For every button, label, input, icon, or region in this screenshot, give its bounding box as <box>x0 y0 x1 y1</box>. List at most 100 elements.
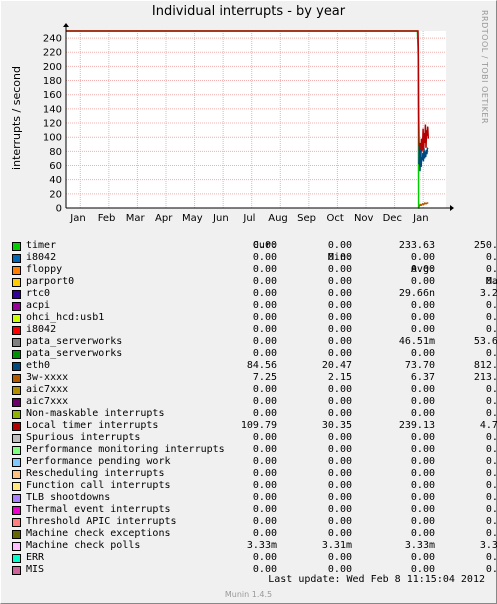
legend-min: 0.00 <box>327 288 352 299</box>
legend-label: Thermal event interrupts <box>26 504 171 515</box>
legend-cur: 0.00 <box>252 528 277 539</box>
legend-label: eth0 <box>26 360 51 371</box>
legend-cur: 0.00 <box>252 336 277 347</box>
legend-min: 0.00 <box>327 396 352 407</box>
legend-swatch <box>12 302 21 311</box>
y-tick-label: 140 <box>43 104 62 115</box>
x-tick-label: Jan <box>412 213 428 224</box>
legend-row: Function call interrupts 0.00 0.00 0.00 0.00 <box>12 480 497 492</box>
legend-label: Function call interrupts <box>26 480 171 491</box>
legend-min: 0.00 <box>327 552 352 563</box>
legend-max: 213.13 <box>473 372 497 383</box>
legend-max: 0.00 <box>485 516 497 527</box>
legend-cur: 0.00 <box>252 432 277 443</box>
legend-max: 0.00 <box>485 396 497 407</box>
legend-max: 0.00 <box>485 300 497 311</box>
legend-avg: 29.66n <box>398 288 435 299</box>
legend-avg: 0.00 <box>410 504 435 515</box>
y-tick-label: 220 <box>43 48 62 59</box>
legend-min: 0.00 <box>327 252 352 263</box>
legend-avg: 0.00 <box>410 492 435 503</box>
legend-max: 0.00 <box>485 552 497 563</box>
legend-swatch <box>12 386 21 395</box>
y-axis-arrow <box>63 23 69 27</box>
legend-label: Threshold APIC interrupts <box>26 516 177 527</box>
legend-swatch <box>12 542 21 551</box>
legend-label: 3w-xxxx <box>26 372 69 383</box>
y-tick-label: 100 <box>43 133 62 144</box>
legend-min: 0.00 <box>327 456 352 467</box>
legend-row: Thermal event interrupts 0.00 0.00 0.00 0.00 <box>12 504 497 516</box>
legend-avg: 0.00 <box>410 276 435 287</box>
legend-label: TLB shootdowns <box>26 492 111 503</box>
legend-row: Non-maskable interrupts 0.00 0.00 0.00 0.00 <box>12 408 497 420</box>
legend-label: floppy <box>26 264 63 275</box>
legend-swatch <box>12 338 21 347</box>
legend-row: pata_serverworks 0.00 0.00 0.00 0.00 <box>12 348 497 360</box>
legend-max: 250.79 <box>473 240 497 251</box>
legend-row: TLB shootdowns 0.00 0.00 0.00 0.00 <box>12 492 497 504</box>
legend-label: ERR <box>26 552 45 563</box>
y-tick-label: 80 <box>49 147 62 158</box>
legend-min: 0.00 <box>327 432 352 443</box>
legend-min: 3.31m <box>321 540 352 551</box>
legend-avg: 0.00 <box>410 252 435 263</box>
x-axis-arrow <box>450 205 454 211</box>
legend-label: Performance monitoring interrupts <box>26 444 225 455</box>
legend-cur: 0.00 <box>252 312 277 323</box>
legend-swatch <box>12 482 21 491</box>
legend-swatch <box>12 374 21 383</box>
legend-row: Threshold APIC interrupts 0.00 0.00 0.00 0.0… <box>12 516 497 528</box>
legend-min: 0.00 <box>327 480 352 491</box>
legend-row: acpi 0.00 0.00 0.00 0.00 <box>12 300 497 312</box>
legend-min: 0.00 <box>327 264 352 275</box>
legend-avg: 0.00 <box>410 312 435 323</box>
legend-swatch <box>12 530 21 539</box>
legend-row: Rescheduling interrupts 0.00 0.00 0.00 0.00 <box>12 468 497 480</box>
legend-swatch <box>12 446 21 455</box>
legend-swatch <box>12 242 21 251</box>
legend-swatch <box>12 554 21 563</box>
legend-cur: 0.00 <box>252 408 277 419</box>
legend-min: 0.00 <box>327 528 352 539</box>
legend-row: i8042 0.00 0.00 0.00 0.00 <box>12 324 497 336</box>
legend-avg: 0.00 <box>410 468 435 479</box>
legend-cur: 0.00 <box>252 324 277 335</box>
legend-avg: 0.00 <box>410 516 435 527</box>
legend-min: 0.00 <box>327 384 352 395</box>
legend-cur: 0.00 <box>252 516 277 527</box>
legend-avg: 0.00 <box>410 432 435 443</box>
legend-label: Rescheduling interrupts <box>26 468 165 479</box>
legend-label: aic7xxx <box>26 384 69 395</box>
legend-swatch <box>12 290 21 299</box>
legend-avg: 0.00 <box>410 348 435 359</box>
legend-swatch <box>12 326 21 335</box>
legend-min: 0.00 <box>327 492 352 503</box>
y-tick-label: 200 <box>43 62 62 73</box>
legend-max: 0.00 <box>485 324 497 335</box>
legend-row: eth0 84.56 20.47 73.70 812.68 <box>12 360 497 372</box>
legend-label: rtc0 <box>26 288 51 299</box>
legend-rows: timer0.000.00233.63250.79i80420.000.000.… <box>12 240 497 576</box>
legend-row: floppy 0.00 0.00 0.00 0.00 <box>12 264 497 276</box>
legend-cur: 0.00 <box>252 384 277 395</box>
legend-min: 0.00 <box>327 504 352 515</box>
legend-cur: 0.00 <box>252 252 277 263</box>
legend-min: 2.15 <box>327 372 352 383</box>
legend-min: 0.00 <box>327 300 352 311</box>
legend-max: 3.35m <box>479 540 497 551</box>
last-update: Last update: Wed Feb 8 11:15:04 2012 <box>268 574 485 585</box>
legend-cur: 7.25 <box>252 372 277 383</box>
legend-avg: 233.63 <box>398 240 435 251</box>
legend-swatch <box>12 458 21 467</box>
legend-min: 30.35 <box>321 420 352 431</box>
legend-row: ohci_hcd:usb1 0.00 0.00 0.00 0.00 <box>12 312 497 324</box>
legend-max: 0.00 <box>485 384 497 395</box>
x-tick-label: May <box>182 213 203 224</box>
legend-cur: 0.00 <box>252 348 277 359</box>
legend-swatch <box>12 254 21 263</box>
legend-avg: 239.13 <box>398 420 435 431</box>
legend-max: 3.28m <box>479 288 497 299</box>
x-tick-label: Nov <box>354 213 374 224</box>
legend-avg: 0.00 <box>410 528 435 539</box>
